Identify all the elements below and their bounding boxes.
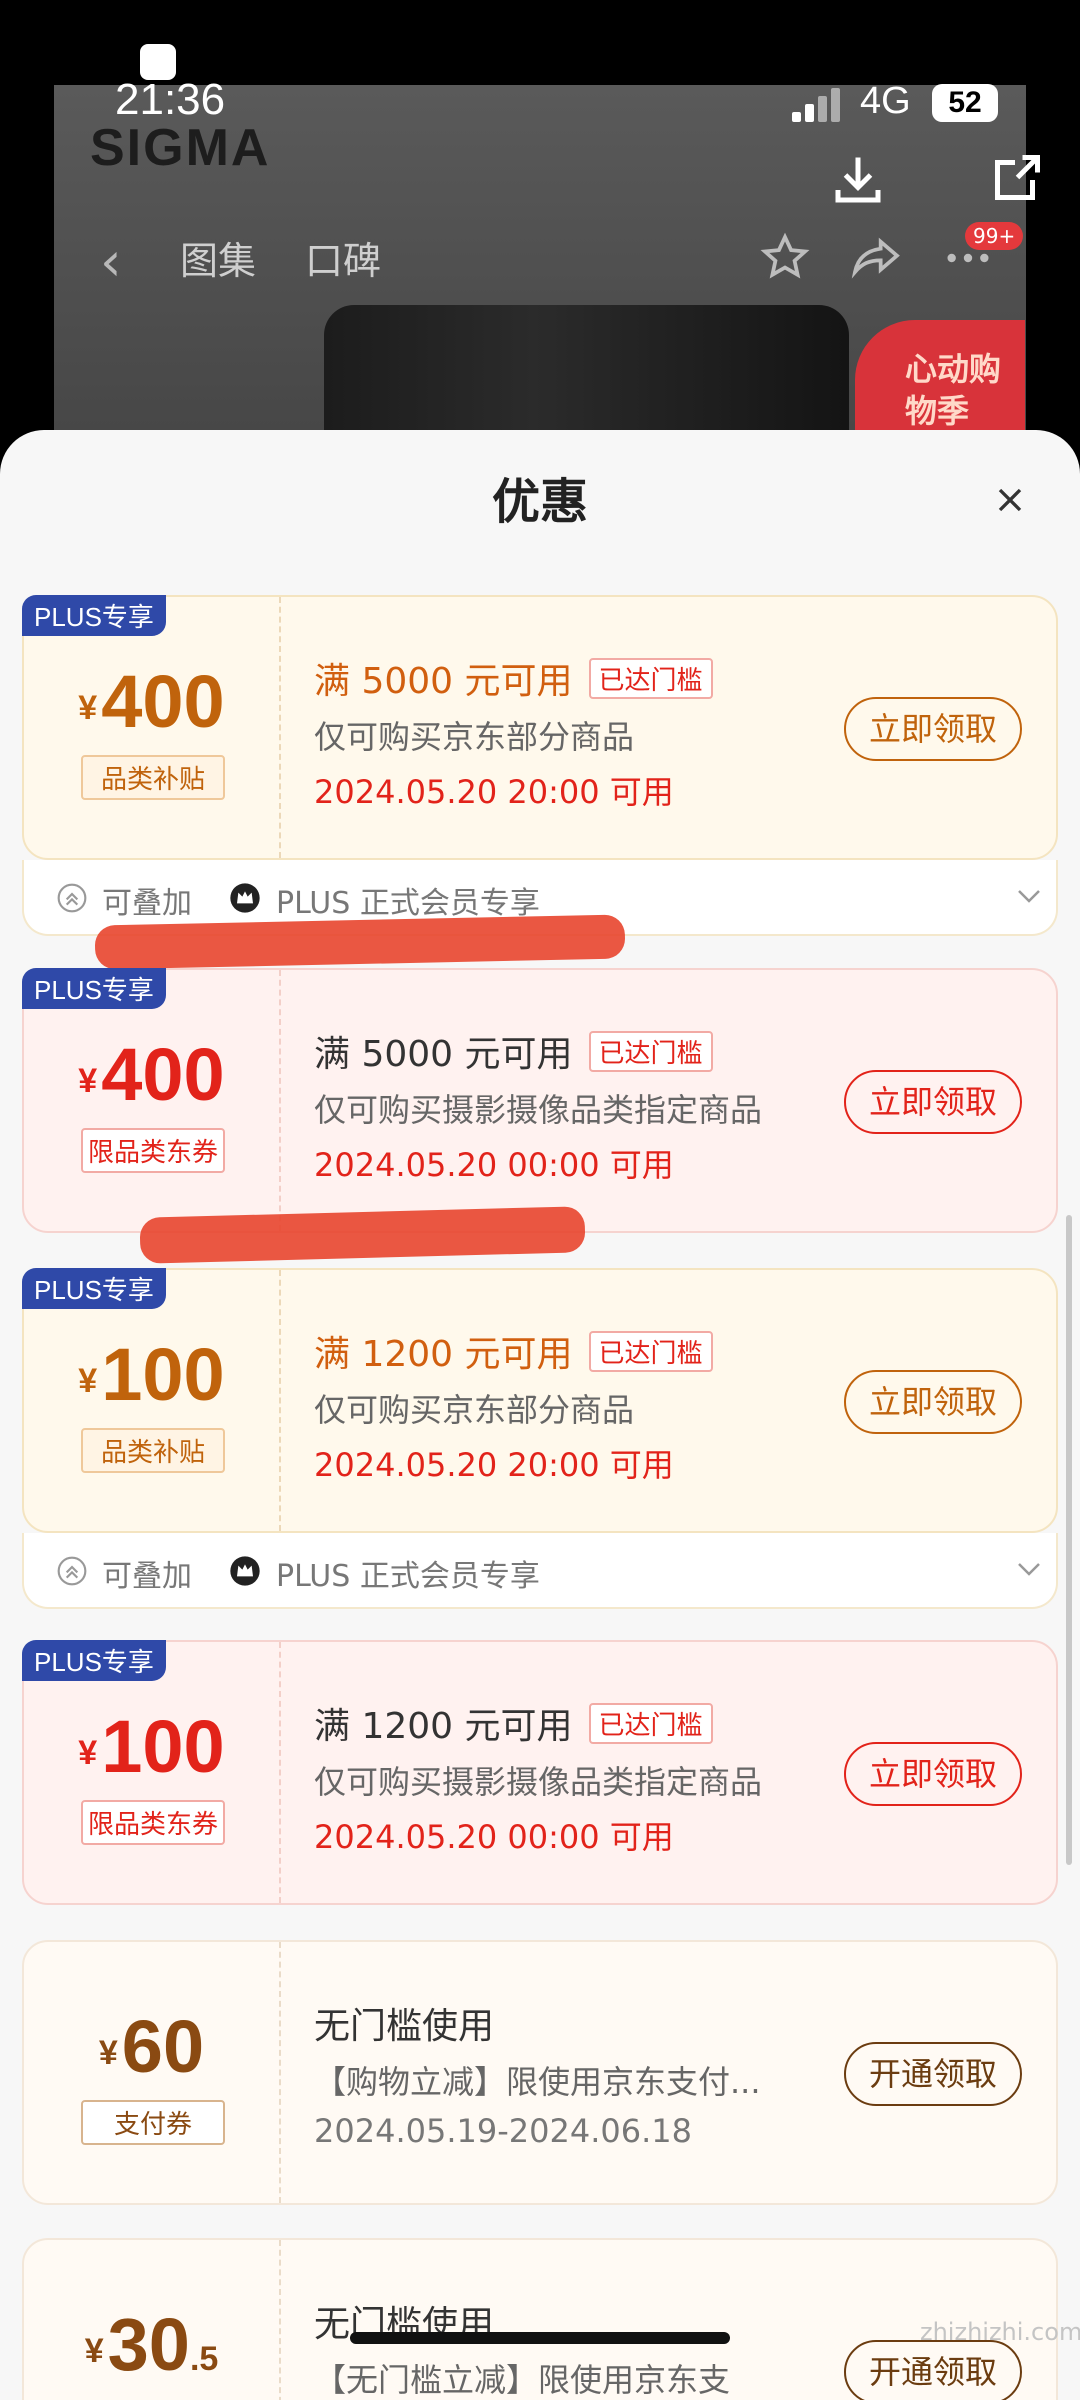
cart-count-badge: 99+	[965, 222, 1024, 250]
coupon-card: PLUS专享 ¥400 限品类东券 满 5000 元可用 已达门槛 仅可购买摄影摄…	[22, 968, 1058, 1233]
coupon-divider	[279, 1942, 281, 2203]
coupon-card: ¥60 支付券 无门槛使用 【购物立减】限使用京东支付... 2024.05.1…	[22, 1940, 1058, 2205]
coupon-divider	[279, 1270, 281, 1531]
star-icon[interactable]	[757, 230, 813, 286]
coupon-scope: 仅可购买摄影摄像品类指定商品	[314, 1091, 763, 1129]
crown-icon	[230, 1556, 260, 1586]
signal-icon	[792, 88, 842, 122]
coupon-date: 2024.05.19-2024.06.18	[314, 2112, 692, 2150]
coupon-amount: ¥100	[78, 1333, 225, 1416]
threshold-reached-badge: 已达门槛	[588, 1031, 713, 1072]
coupon-card: PLUS专享 ¥100 限品类东券 满 1200 元可用 已达门槛 仅可购买摄影摄…	[22, 1640, 1058, 1905]
threshold-reached-badge: 已达门槛	[588, 1331, 713, 1372]
coupon-divider	[279, 1642, 281, 1903]
share-arrow-icon[interactable]	[848, 230, 904, 286]
coupon-category: 支付券	[81, 2100, 225, 2145]
activate-claim-button[interactable]: 开通领取	[844, 2340, 1022, 2400]
coupon-condition: 满 1200 元可用 已达门槛	[314, 1325, 713, 1377]
coupon-amount: ¥100	[78, 1705, 225, 1788]
battery-level: 52	[932, 84, 998, 122]
tab-gallery[interactable]: 图集	[180, 230, 256, 285]
crown-icon	[230, 883, 260, 913]
claim-button[interactable]: 立即领取	[844, 697, 1022, 761]
coupon-amount: ¥30.5	[84, 2303, 219, 2386]
coupon-category: 品类补贴	[81, 1428, 225, 1473]
download-icon[interactable]	[828, 150, 888, 210]
coupon-card: ¥30.5 无门槛使用 【无门槛立减】限使用京东支 开通领取	[22, 2238, 1058, 2400]
home-indicator[interactable]	[350, 2332, 730, 2344]
coupon-date: 2024.05.20 20:00 可用	[314, 1446, 674, 1484]
claim-button[interactable]: 立即领取	[844, 1742, 1022, 1806]
coupon-scope: 仅可购买摄影摄像品类指定商品	[314, 1763, 763, 1801]
watermark: zhizhizhi.com	[920, 2318, 1080, 2346]
coupon-condition: 满 1200 元可用 已达门槛	[314, 1697, 713, 1749]
coupon-divider	[279, 970, 281, 1231]
coupon-amount: ¥60	[98, 2005, 205, 2088]
coupon-category: 限品类东券	[81, 1800, 225, 1845]
coupon-card: PLUS专享 ¥400 品类补贴 满 5000 元可用 已达门槛 仅可购买京东部分…	[22, 595, 1058, 860]
plus-tag: PLUS专享	[22, 968, 166, 1009]
stackable-label: 可叠加	[102, 886, 192, 921]
sheet-title: 优惠	[491, 474, 588, 530]
stack-icon	[57, 883, 87, 913]
chevron-down-icon[interactable]	[1014, 886, 1044, 906]
coupon-date: 2024.05.20 20:00 可用	[314, 773, 674, 811]
claim-button[interactable]: 立即领取	[844, 1070, 1022, 1134]
coupon-date: 2024.05.20 00:00 可用	[314, 1146, 674, 1184]
coupon-category: 限品类东券	[81, 1128, 225, 1173]
plus-member-label: PLUS 正式会员专享	[276, 886, 540, 921]
coupon-condition: 满 5000 元可用 已达门槛	[314, 1025, 713, 1077]
plus-tag: PLUS专享	[22, 595, 166, 636]
brand-logo: SIGMA	[90, 119, 271, 177]
chevron-down-icon[interactable]	[1014, 1559, 1044, 1579]
claim-button[interactable]: 立即领取	[844, 1370, 1022, 1434]
activate-claim-button[interactable]: 开通领取	[844, 2042, 1022, 2106]
coupon-date: 2024.05.20 00:00 可用	[314, 1818, 674, 1856]
status-time: 21:36	[115, 75, 226, 124]
coupon-sheet: 优惠 PLUS专享 ¥400 品类补贴 满 5000 元可用 已达门槛 仅可购买京…	[0, 430, 1080, 2400]
close-icon[interactable]	[990, 480, 1030, 520]
coupon-footer[interactable]: 可叠加 PLUS 正式会员专享	[22, 1533, 1058, 1609]
stack-icon	[57, 1556, 87, 1586]
scrollbar[interactable]	[1066, 1215, 1072, 1865]
coupon-condition: 无门槛使用	[314, 2006, 495, 2047]
share-icon[interactable]	[985, 150, 1045, 210]
stackable-label: 可叠加	[102, 1559, 192, 1594]
coupon-scope: 仅可购买京东部分商品	[314, 718, 635, 756]
coupon-divider	[279, 2240, 281, 2400]
coupon-condition: 满 5000 元可用 已达门槛	[314, 652, 713, 704]
coupon-amount: ¥400	[78, 660, 225, 743]
plus-tag: PLUS专享	[22, 1268, 166, 1309]
threshold-reached-badge: 已达门槛	[588, 658, 713, 699]
plus-tag: PLUS专享	[22, 1640, 166, 1681]
coupon-divider	[279, 597, 281, 858]
plus-member-label: PLUS 正式会员专享	[276, 1559, 540, 1594]
coupon-scope: 【无门槛立减】限使用京东支	[314, 2361, 731, 2399]
back-icon[interactable]: ‹	[100, 230, 122, 293]
threshold-reached-badge: 已达门槛	[588, 1703, 713, 1744]
coupon-card: PLUS专享 ¥100 品类补贴 满 1200 元可用 已达门槛 仅可购买京东部分…	[22, 1268, 1058, 1533]
coupon-amount: ¥400	[78, 1033, 225, 1116]
network-type: 4G	[860, 80, 911, 122]
coupon-scope: 【购物立减】限使用京东支付...	[314, 2063, 761, 2101]
coupon-category: 品类补贴	[81, 755, 225, 800]
coupon-scope: 仅可购买京东部分商品	[314, 1391, 635, 1429]
tab-reviews[interactable]: 口碑	[305, 230, 381, 285]
